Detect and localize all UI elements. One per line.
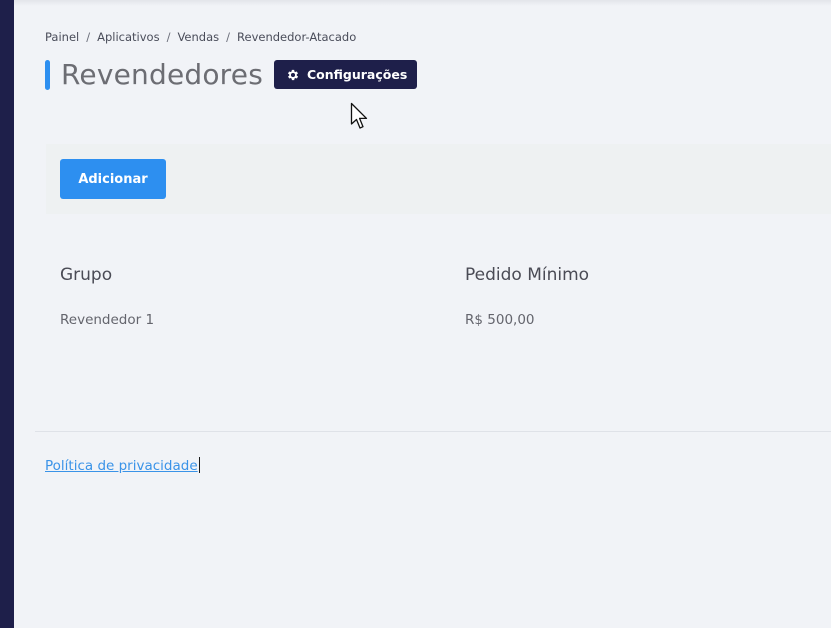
settings-button[interactable]: Configurações: [273, 60, 418, 89]
breadcrumb: Painel / Aplicativos / Vendas / Revended…: [45, 30, 356, 44]
column-header-grupo: Grupo: [60, 265, 113, 285]
page-title: Revendedores: [61, 58, 263, 91]
privacy-policy-label: Política de privacidade: [45, 458, 198, 474]
top-bar-shadow: [14, 0, 831, 6]
breadcrumb-separator: /: [86, 30, 91, 44]
privacy-policy-link[interactable]: Política de privacidade: [45, 457, 200, 474]
table-cell-pedido-minimo: R$ 500,00: [465, 312, 535, 328]
breadcrumb-item-aplicativos[interactable]: Aplicativos: [97, 30, 159, 44]
add-button[interactable]: Adicionar: [60, 159, 166, 199]
settings-button-label: Configurações: [306, 67, 408, 82]
table-cell-grupo: Revendedor 1: [60, 312, 155, 328]
title-accent-bar: [45, 59, 50, 90]
left-sidebar-rail: [0, 0, 14, 628]
gear-icon: [287, 69, 299, 80]
breadcrumb-separator: /: [166, 30, 171, 44]
mouse-pointer-icon: [350, 102, 368, 129]
breadcrumb-separator: /: [226, 30, 231, 44]
column-header-pedido-minimo: Pedido Mínimo: [465, 265, 590, 285]
footer-divider: [35, 431, 831, 432]
title-row: Revendedores Configurações: [45, 58, 418, 91]
text-caret: [198, 457, 200, 473]
breadcrumb-item-current: Revendedor-Atacado: [237, 30, 357, 44]
breadcrumb-item-painel[interactable]: Painel: [45, 30, 79, 44]
breadcrumb-item-vendas[interactable]: Vendas: [177, 30, 219, 44]
action-panel: Adicionar: [46, 144, 831, 214]
